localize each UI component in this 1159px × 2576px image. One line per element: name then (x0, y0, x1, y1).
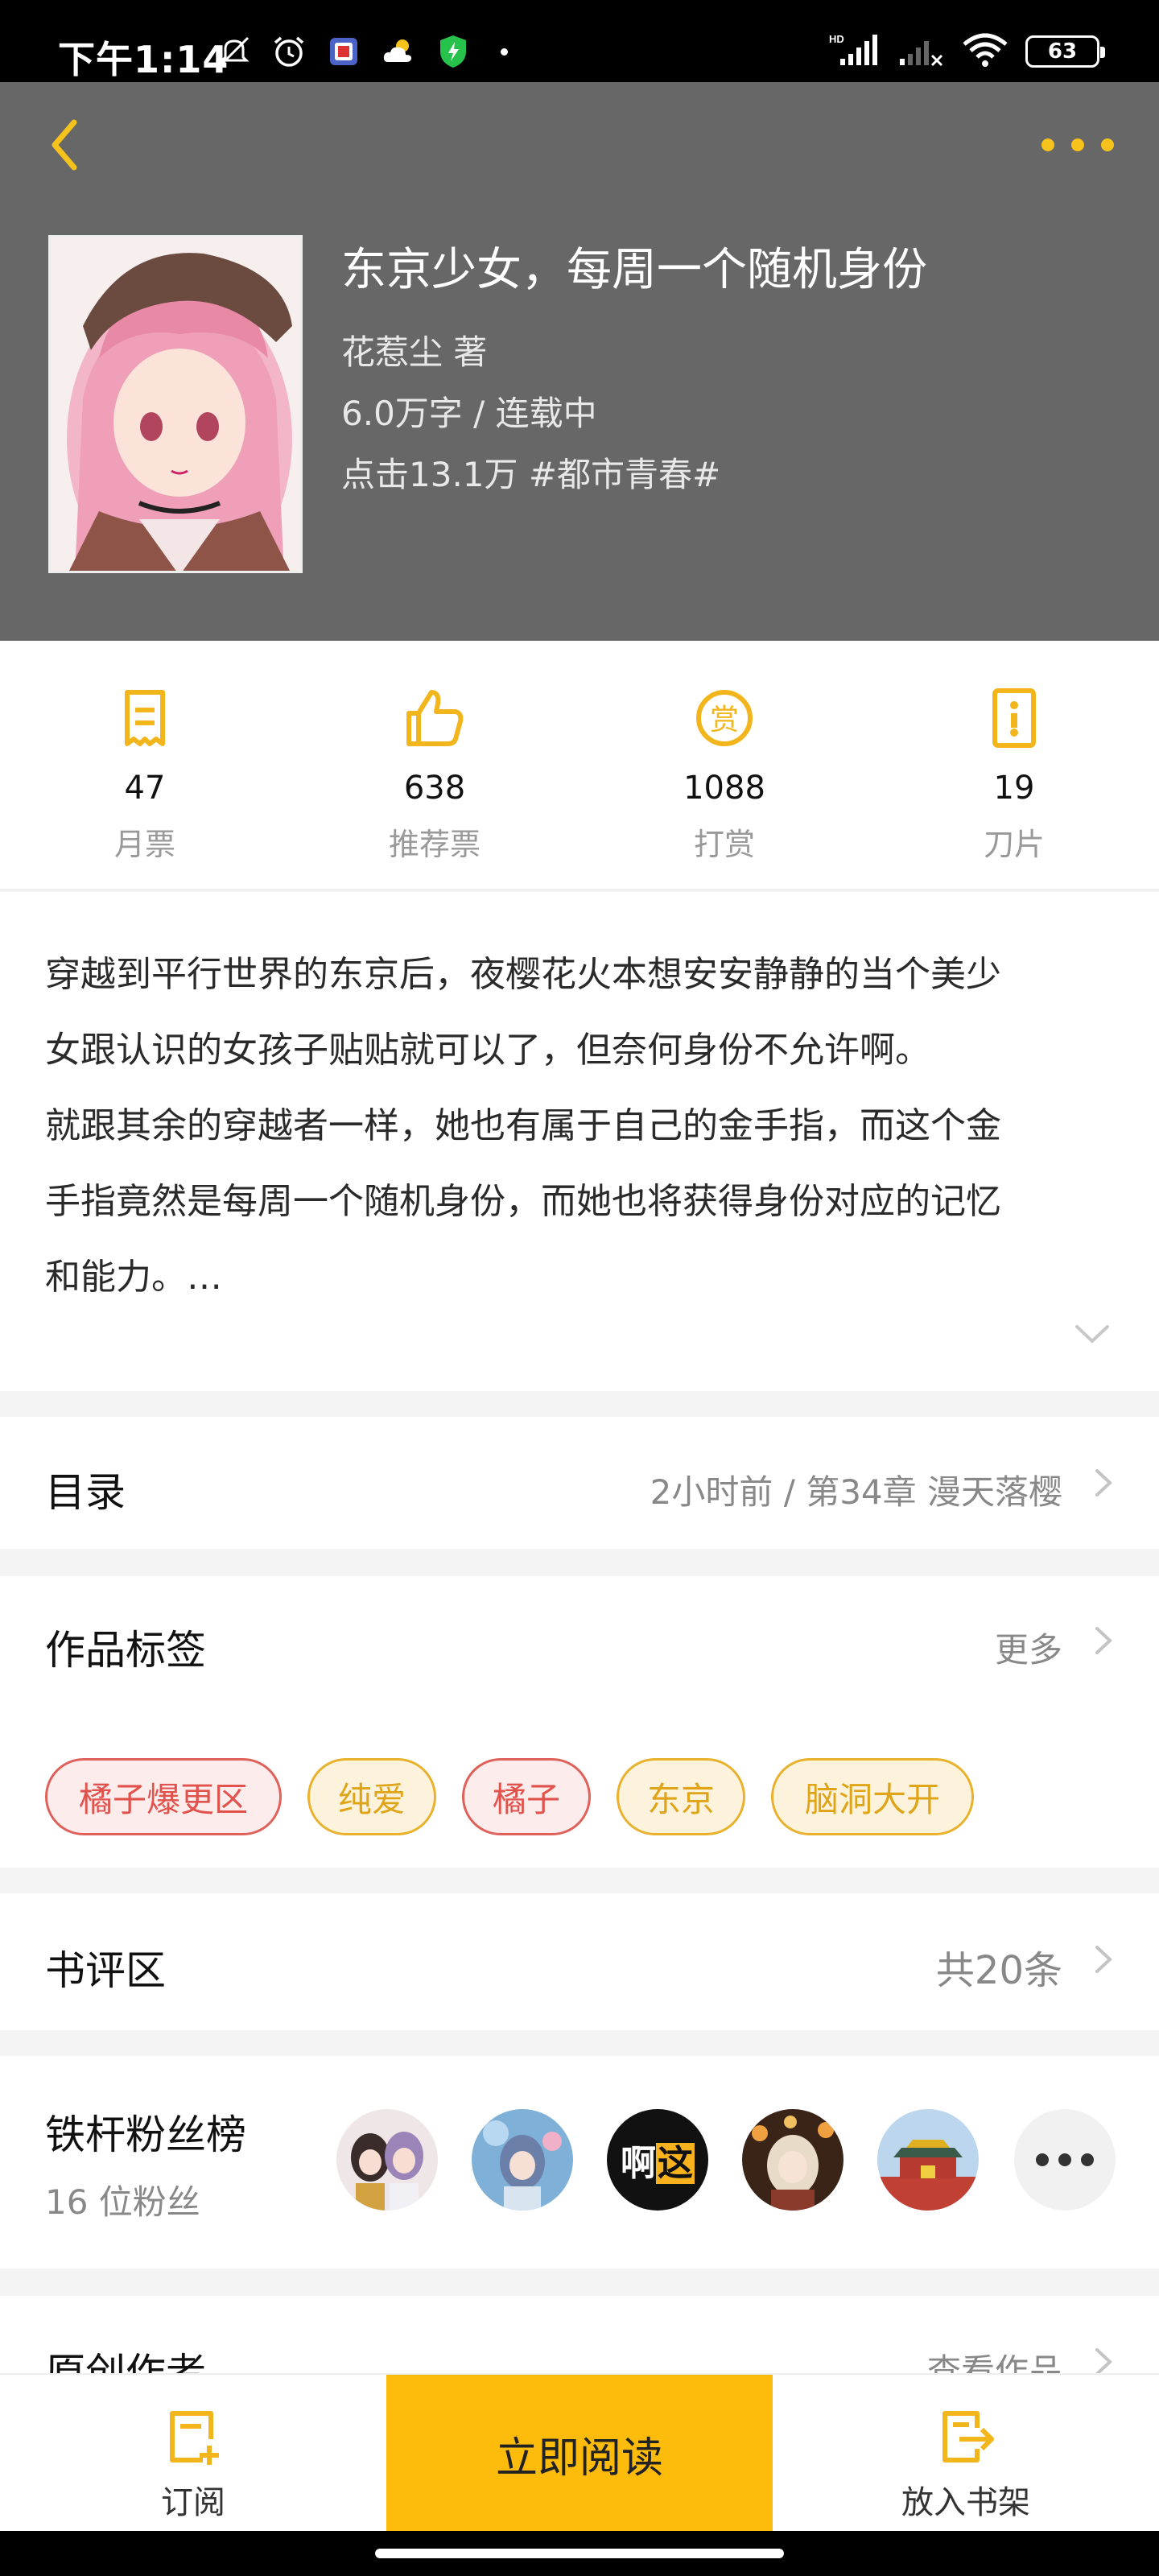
view-works-link[interactable]: 查看作品 (927, 2344, 1062, 2373)
tag-chip[interactable]: 东京 (617, 1758, 745, 1835)
synopsis-line: 女跟认识的女孩子贴贴就可以了，但奈何身份不允许啊。 (45, 1030, 930, 1071)
home-gesture-handle[interactable] (375, 2549, 784, 2558)
tags-section-title: 作品标签 (45, 1627, 206, 1674)
status-time: 下午1:14 (58, 38, 229, 81)
notification-dot (501, 47, 508, 56)
catalog-row[interactable]: 目录 2小时前 / 第34章 漫天落樱 (0, 1417, 1159, 1549)
blade-icon (992, 688, 1036, 748)
chevron-right-icon (1095, 1946, 1112, 1973)
stat-monthly-ticket[interactable]: 47 月票 (24, 641, 266, 890)
stat-blade[interactable]: 19 刀片 (893, 641, 1135, 890)
security-shield-icon (435, 33, 472, 70)
stats-panel: 47 月票 638 推荐票 赏 1088 打赏 19 刀片 (0, 641, 1159, 890)
fans-more-button[interactable] (1014, 2109, 1116, 2211)
original-author-title: 原创作者 (45, 2350, 206, 2373)
subscribe-button[interactable]: 订阅 (0, 2375, 386, 2533)
subscribe-icon (170, 2411, 219, 2465)
fans-row[interactable] (0, 2056, 1159, 2268)
synopsis-line: 手指竟然是每周一个随机身份，而她也将获得身份对应的记忆 (45, 1181, 1001, 1222)
back-button[interactable] (42, 113, 90, 177)
more-dot-icon (1071, 138, 1084, 151)
fans-count: 16 位粉丝 (45, 2182, 200, 2222)
tag-chip[interactable]: 脑洞大开 (771, 1758, 974, 1835)
status-left-icons (216, 31, 508, 72)
synopsis-line: 穿越到平行世界的东京后，夜樱花火本想安安静静的当个美少 (45, 954, 1001, 995)
stat-value: 1088 (683, 770, 765, 807)
stat-label: 推荐票 (388, 827, 481, 862)
thumbs-up-icon (406, 690, 464, 746)
app-notification-icon (325, 33, 362, 70)
fan-avatar[interactable] (742, 2109, 843, 2211)
stat-value: 47 (124, 770, 166, 807)
more-dot-icon (1058, 2153, 1071, 2166)
stat-reward[interactable]: 赏 1088 打赏 (604, 641, 845, 890)
status-bar: 下午1:14 HD 63 (0, 0, 1159, 82)
add-to-shelf-icon (942, 2411, 994, 2462)
fan-avatar-text: 啊这 (621, 2134, 695, 2186)
stat-label: 刀片 (983, 827, 1045, 862)
fan-avatar[interactable]: 啊这 (607, 2109, 708, 2211)
fan-avatar[interactable] (336, 2109, 438, 2211)
stat-label: 打赏 (693, 827, 755, 862)
more-dot-icon (1041, 138, 1054, 151)
chevron-right-icon (1095, 1469, 1112, 1496)
book-title: 东京少女，每周一个随机身份 (341, 244, 927, 296)
signal-icon: HD (829, 31, 881, 72)
mute-icon (216, 33, 253, 70)
wifi-icon (961, 31, 1009, 72)
reviews-row[interactable]: 书评区 共20条 (0, 1893, 1159, 2030)
more-dot-icon (1081, 2153, 1094, 2166)
catalog-latest-chapter: 2小时前 / 第34章 漫天落樱 (650, 1472, 1062, 1512)
read-now-button[interactable]: 立即阅读 (386, 2375, 773, 2533)
monthly-ticket-icon (125, 690, 165, 746)
catalog-title: 目录 (45, 1469, 126, 1516)
fan-avatar-text: 啊 (621, 2143, 656, 2184)
tag-chip[interactable]: 橘子爆更区 (45, 1758, 282, 1835)
fan-avatar[interactable] (472, 2109, 573, 2211)
subscribe-label: 订阅 (161, 2484, 225, 2521)
original-author-row[interactable]: 原创作者 查看作品 (0, 2296, 1159, 2373)
svg-text:HD: HD (829, 33, 844, 45)
alarm-icon (270, 33, 307, 70)
synopsis-line: 就跟其余的穿越者一样，她也有属于自己的金手指，而这个金 (45, 1105, 1001, 1146)
synopsis-section[interactable]: 穿越到平行世界的东京后，夜樱花火本想安安静静的当个美少 女跟认识的女孩子贴贴就可… (0, 892, 1159, 1391)
add-to-shelf-label: 放入书架 (901, 2484, 1030, 2521)
stat-label: 月票 (113, 827, 175, 862)
fan-avatar-text: 这 (656, 2143, 695, 2184)
tags-more-link[interactable]: 更多 (995, 1623, 1062, 1672)
weather-icon (380, 33, 417, 70)
tag-chip[interactable]: 橘子 (462, 1758, 591, 1835)
svg-text:赏: 赏 (710, 704, 739, 737)
fans-title: 铁杆粉丝榜 (45, 2112, 246, 2158)
status-right-icons: HD 63 (829, 31, 1105, 72)
battery-indicator: 63 (1025, 35, 1105, 68)
more-options-button[interactable] (1041, 127, 1114, 163)
book-author[interactable]: 花惹尘 著 (341, 325, 487, 374)
synopsis-line: 和能力。… (45, 1257, 222, 1298)
system-nav-bar (0, 2531, 1159, 2576)
more-dot-icon (1101, 138, 1114, 151)
book-word-count-status: 6.0万字 / 连载中 (341, 394, 597, 433)
chevron-down-icon[interactable] (1074, 1322, 1111, 1346)
chevron-right-icon (1095, 1627, 1112, 1654)
tag-chip[interactable]: 纯爱 (307, 1758, 436, 1835)
add-to-shelf-button[interactable]: 放入书架 (773, 2375, 1159, 2533)
reward-coin-icon: 赏 (696, 690, 753, 746)
reviews-title: 书评区 (45, 1947, 166, 1994)
book-cover-image[interactable] (48, 235, 303, 573)
signal-weak-icon (897, 31, 945, 72)
bottom-action-bar: 订阅 立即阅读 放入书架 (0, 2373, 1159, 2533)
stat-recommend-ticket[interactable]: 638 推荐票 (314, 641, 555, 890)
book-clicks-genre: 点击13.1万 #都市青春# (341, 455, 721, 494)
chevron-left-icon (52, 119, 77, 171)
chevron-right-icon (1095, 2348, 1112, 2373)
more-dot-icon (1036, 2153, 1049, 2166)
fan-avatar[interactable] (877, 2109, 979, 2211)
reviews-count: 共20条 (935, 1948, 1062, 1993)
stat-value: 638 (403, 770, 466, 807)
stat-value: 19 (993, 770, 1035, 807)
